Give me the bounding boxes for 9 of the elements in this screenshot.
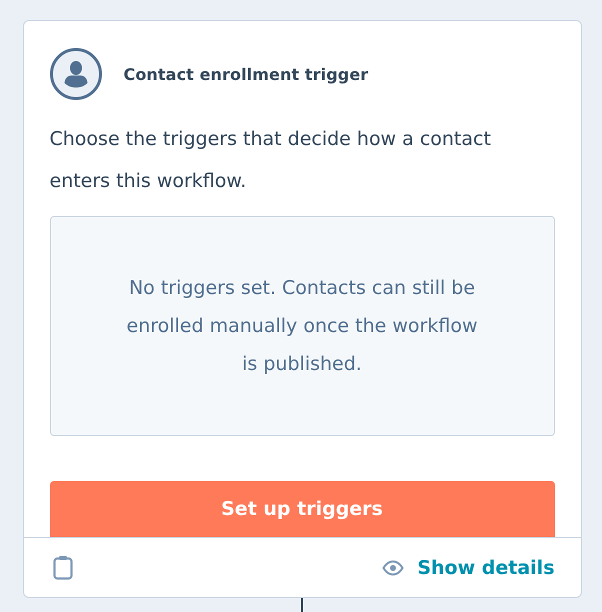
show-details-link[interactable]: Show details	[382, 556, 554, 578]
card-title: Contact enrollment trigger	[124, 64, 368, 84]
empty-state-message: No triggers set. Contacts can still be enrolled manually once the workflow is published.	[126, 276, 478, 377]
card-description: Choose the triggers that decide how a contact enters this workflow.	[50, 127, 492, 194]
connector-line	[301, 598, 303, 612]
set-up-triggers-button[interactable]: Set up triggers	[50, 481, 554, 537]
clipboard-icon[interactable]	[52, 555, 72, 580]
contact-avatar-icon	[50, 48, 102, 100]
eye-icon	[382, 560, 404, 576]
